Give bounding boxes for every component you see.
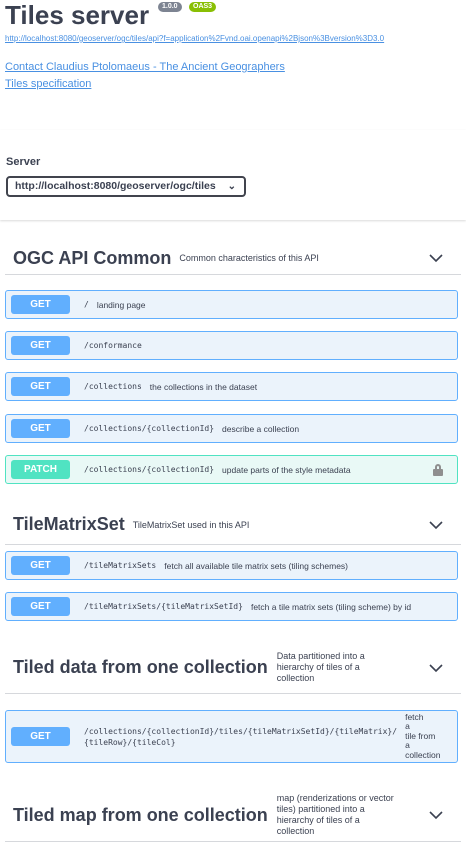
operation-path: /collections/{collectionId} [84,465,215,474]
operation-path: /collections [84,382,142,391]
chevron-down-icon [429,663,443,672]
title-row: Tiles server [5,0,149,30]
server-select[interactable]: http://localhost:8080/geoserver/ogc/tile… [6,176,246,197]
operation-path: /conformance [84,341,142,350]
method-badge: GET [11,597,70,616]
lock-icon[interactable] [433,464,443,476]
operation-summary: describe a collection [222,423,300,434]
tag-name: Tiled map from one collection [13,804,268,825]
tag-description-line: collection [276,826,315,836]
operation-path-line: {tileRow}/{tileCol} [84,737,176,747]
operation-summary: update parts of the style metadata [222,464,351,475]
server-select-value: http://localhost:8080/geoserver/ogc/tile… [15,180,216,192]
operation-get-tilematrixsets[interactable]: GET /tileMatrixSets fetch all available … [5,551,458,580]
version-badge: 1.0.0 [158,2,182,12]
servers-section: Server http://localhost:8080/geoserver/o… [0,130,466,220]
tag-header-tiled-data[interactable]: Tiled data from one collection Data part… [5,642,461,694]
tag-description-line: hierarchy of tiles of a [276,815,360,825]
tag-description-line: tiles) partitioned into a [276,804,365,814]
method-badge: GET [11,556,70,575]
tag-description-line: Data partitioned into a [276,651,365,661]
chevron-down-icon: ⌄ [227,181,236,192]
operation-patch-collection[interactable]: PATCH /collections/{collectionId} update… [5,455,458,484]
oas-badge: OAS3 [189,2,217,12]
operation-summary-line: fetch [405,711,424,722]
operation-path: /collections/{collectionId} [84,424,215,433]
tag-description: TileMatrixSet used in this API [132,519,250,530]
tag-header-ogc-api-common[interactable]: OGC API Common Common characteristics of… [5,242,461,275]
operation-get-root[interactable]: GET / landing page [5,290,458,319]
chevron-down-icon [429,520,443,529]
tag-name: TileMatrixSet [13,514,125,534]
tag-description: map (renderizations or vector tiles) par… [277,793,394,837]
tag-description: Data partitioned into a hierarchy of til… [277,651,365,684]
operation-summary: fetch all available tile matrix sets (ti… [164,560,349,571]
operation-summary: landing page [96,299,146,310]
operation-summary-line: tile from [405,730,436,741]
method-badge: GET [11,336,70,355]
chevron-down-icon [429,254,443,263]
tag-name: OGC API Common [13,247,172,268]
method-badge: GET [11,377,70,396]
operation-get-collections[interactable]: GET /collections the collections in the … [5,372,458,401]
chevron-down-icon [429,811,443,820]
operation-summary: fetch a tile from a collection [405,711,441,761]
operation-path: / [84,300,89,309]
tag-description-line: map (renderizations or vector [276,793,394,803]
method-badge: GET [11,295,70,314]
servers-label: Server [6,156,41,168]
tag-header-tilematrixset[interactable]: TileMatrixSet TileMatrixSet used in this… [5,505,461,545]
contact-link[interactable]: Contact Claudius Ptolomaeus - The Ancien… [5,61,285,73]
spec-link[interactable]: Tiles specification [5,78,91,90]
operation-path: /collections/{collectionId}/tiles/{tileM… [84,726,397,748]
api-definition-link[interactable]: http://localhost:8080/geoserver/ogc/tile… [5,34,384,43]
method-badge: GET [11,727,70,746]
method-badge: GET [11,419,70,438]
operation-get-tile[interactable]: GET /collections/{collectionId}/tiles/{t… [5,710,458,763]
operation-get-collection[interactable]: GET /collections/{collectionId} describe… [5,414,458,443]
operation-path-line: /collections/{collectionId}/tiles/{tileM… [84,726,398,736]
tag-description: Common characteristics of this API [179,253,319,263]
operation-summary: fetch a tile matrix sets (tiling scheme)… [250,601,412,612]
operation-path: /tileMatrixSets/{tileMatrixSetId} [84,602,243,611]
page-title: Tiles server [5,0,150,30]
operation-path: /tileMatrixSets [84,561,157,570]
method-badge: PATCH [11,460,70,479]
info-section: Tiles server 1.0.0 OAS3 http://localhost… [0,0,466,130]
tag-name: Tiled data from one collection [13,657,268,677]
operation-summary: the collections in the dataset [149,381,258,392]
operation-summary-line: collection [405,749,441,760]
tag-description-line: hierarchy of tiles of a [276,662,360,672]
operation-get-conformance[interactable]: GET /conformance [5,331,458,360]
tag-description-line: collection [276,673,315,683]
operation-get-tilematrixset[interactable]: GET /tileMatrixSets/{tileMatrixSetId} fe… [5,592,458,621]
tag-header-tiled-map[interactable]: Tiled map from one collection map (rende… [5,789,461,842]
